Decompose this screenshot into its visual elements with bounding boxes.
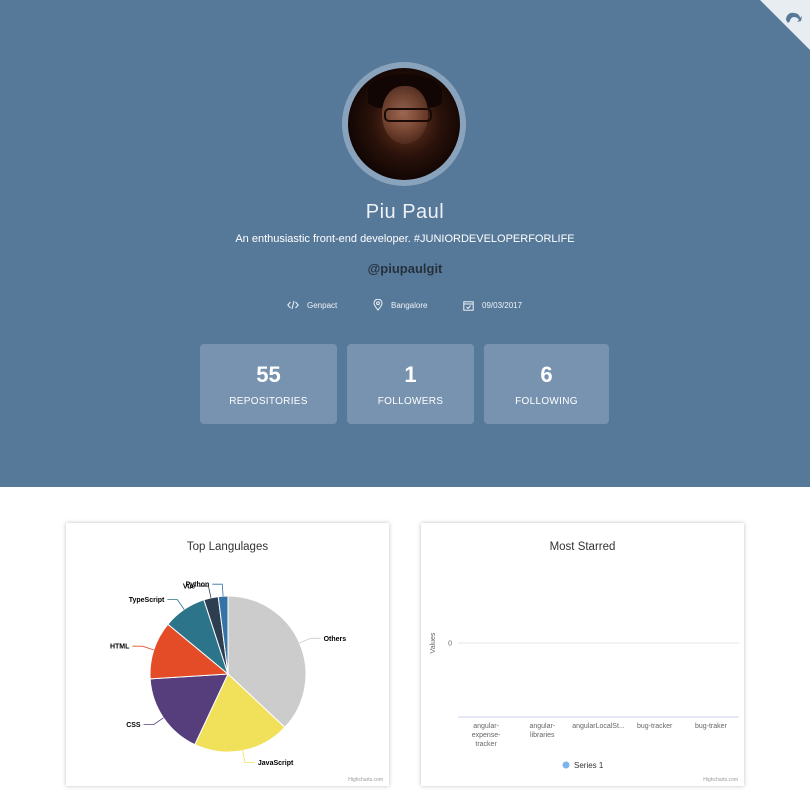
- code-icon: [287, 300, 299, 310]
- most-starred-card: Most Starred 0 Values angular-expense-trac…: [421, 523, 744, 786]
- following-label: FOLLOWING: [515, 396, 578, 407]
- meta-company: Genpact: [287, 297, 337, 313]
- languages-pie-chart: OthersJavaScriptCSSHTMLTypeScriptVuePyth…: [110, 582, 347, 767]
- x-tick-label: angularLocalSt...: [572, 723, 625, 730]
- stat-repositories[interactable]: 55 REPOSITORIES: [200, 344, 337, 424]
- chart-credits[interactable]: Highcharts.com: [703, 777, 738, 783]
- repositories-count: 55: [256, 362, 281, 387]
- joined-date: 09/03/2017: [482, 300, 523, 310]
- following-count: 6: [540, 362, 553, 387]
- meta-location: Bangalore: [373, 297, 427, 313]
- profile-login[interactable]: @piupaulgit: [0, 261, 810, 276]
- pie-connector-html: [132, 645, 154, 651]
- location-label: Bangalore: [391, 300, 428, 310]
- profile-bio: An enthusiastic front-end developer. #JU…: [235, 233, 575, 245]
- x-tick-label: bug-tracker: [637, 723, 673, 730]
- repositories-label: REPOSITORIES: [229, 396, 308, 407]
- avatar: [348, 68, 460, 180]
- profile-header: Piu Paul An enthusiastic front-end devel…: [0, 0, 810, 487]
- pie-label-html: HTML: [110, 644, 130, 651]
- pie-label-others: Others: [324, 636, 347, 643]
- x-tick-label: angular-libraries: [529, 723, 555, 739]
- github-octocat-icon[interactable]: [782, 6, 804, 28]
- avatar-ring: [342, 62, 466, 186]
- pie-connector-javascript: [242, 750, 255, 763]
- pie-connector-python: [212, 583, 224, 597]
- pie-label-typescript: TypeScript: [129, 597, 165, 604]
- legend-marker-icon[interactable]: [562, 761, 570, 769]
- y-axis-title: Values: [430, 632, 437, 653]
- pie-label-python: Python: [186, 582, 210, 589]
- meta-joined: 09/03/2017: [463, 297, 522, 313]
- chart-credits[interactable]: Highcharts.com: [348, 777, 383, 783]
- pie-connector-typescript: [167, 599, 185, 610]
- x-tick-label: angular-expense-tracker: [472, 723, 501, 748]
- x-tick-label: bug-traker: [695, 723, 728, 730]
- legend-series-label[interactable]: Series 1: [574, 761, 604, 770]
- stat-followers[interactable]: 1 FOLLOWERS: [347, 344, 474, 424]
- y-tick-label: 0: [448, 641, 452, 648]
- company-label: Genpact: [307, 300, 338, 310]
- stat-following[interactable]: 6 FOLLOWING: [484, 344, 609, 424]
- pie-connector-css: [143, 717, 164, 725]
- followers-label: FOLLOWERS: [377, 396, 444, 407]
- pie-connector-others: [299, 637, 321, 644]
- starred-bar-chart: 0 Values angular-expense-tracker angular-li…: [430, 632, 739, 770]
- pie-label-css: CSS: [126, 722, 141, 729]
- calendar-check-icon: [463, 300, 474, 311]
- pie-label-javascript: JavaScript: [258, 760, 294, 767]
- location-pin-icon: [373, 299, 383, 311]
- top-languages-card: Top Langulages Others JavaScript CSS HTML Ty…: [66, 523, 389, 786]
- followers-count: 1: [404, 362, 417, 387]
- profile-name: Piu Paul: [365, 201, 445, 223]
